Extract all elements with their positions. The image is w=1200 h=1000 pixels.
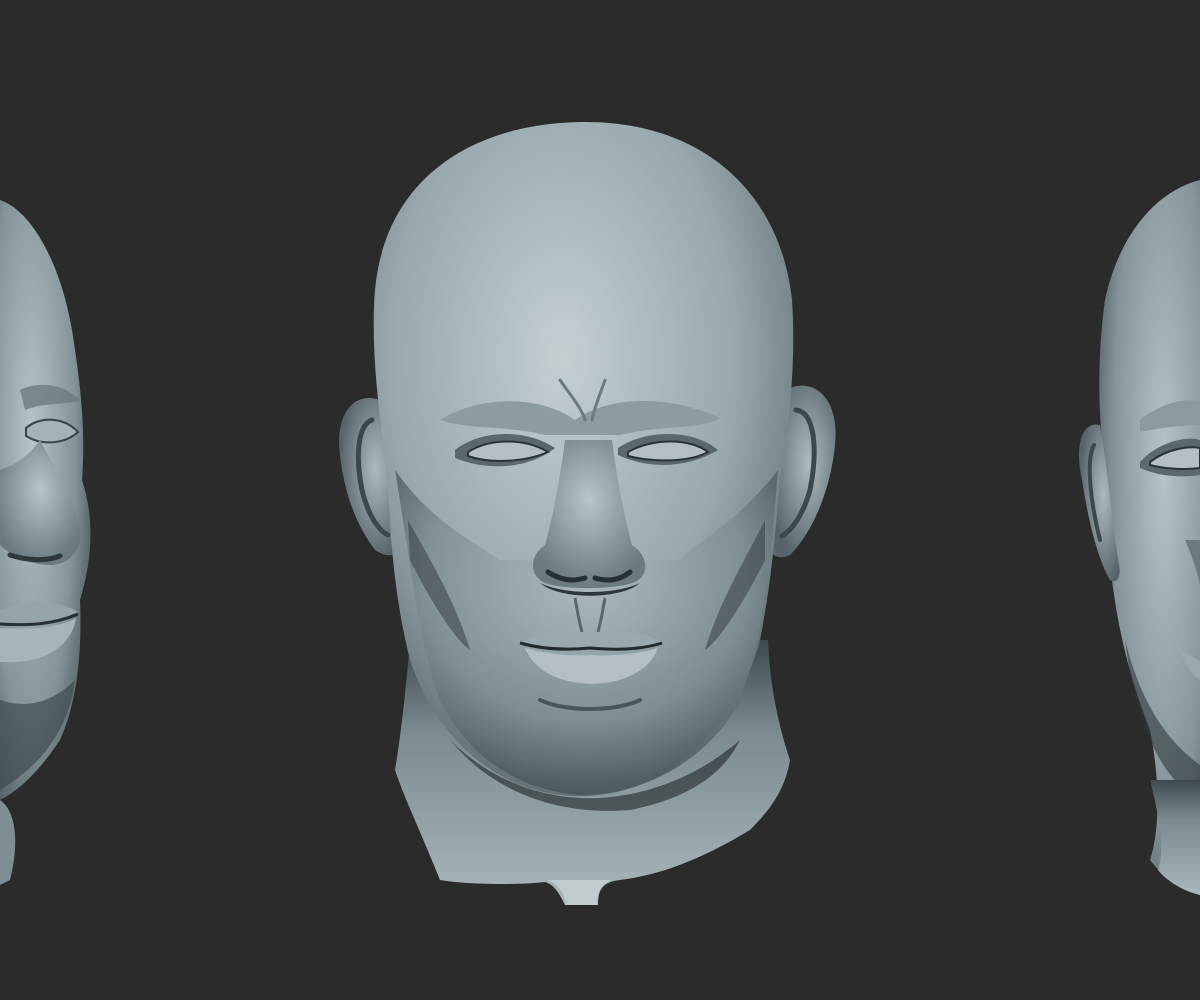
center-head-view (339, 121, 836, 905)
sculpt-viewport (0, 0, 1200, 1000)
sculpt-render (0, 0, 1200, 1000)
